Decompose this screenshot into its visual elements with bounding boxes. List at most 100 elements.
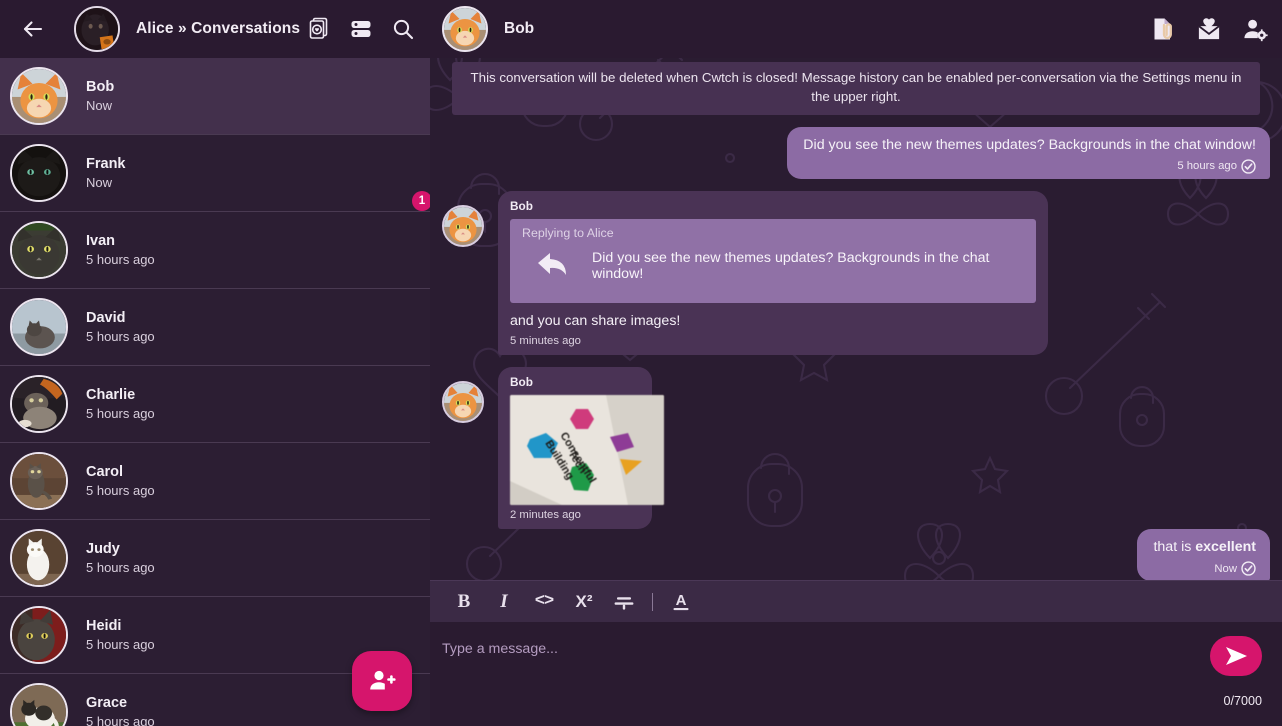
chat-header: Bob: [430, 0, 1282, 58]
cwtch-app-window: Alice » Conversations Bob Now 1 Frank No…: [0, 0, 1282, 726]
shared-image[interactable]: Building Consentful Tech: [510, 394, 664, 505]
message-input-area: 0/7000: [430, 622, 1282, 726]
quoted-message[interactable]: Replying to Alice Did you see the new th…: [510, 218, 1036, 303]
format-toolbar: B I <> X² A: [430, 580, 1282, 622]
search-icon[interactable]: [390, 16, 416, 42]
message-text: that is excellent: [1153, 538, 1256, 557]
contact-name: Ivan: [86, 233, 116, 249]
contact-time: Now: [86, 98, 113, 113]
avatar: [10, 375, 68, 433]
contact-row-judy[interactable]: Judy 5 hours ago: [0, 520, 430, 597]
italic-button[interactable]: I: [484, 581, 524, 623]
italic-glyph: I: [500, 590, 508, 612]
avatar: [442, 204, 484, 247]
message-input[interactable]: [442, 638, 1210, 660]
page-title: Alice » Conversations: [136, 20, 301, 37]
quote-content: Did you see the new themes updates? Back…: [522, 248, 1024, 291]
contact-row-charlie[interactable]: Charlie 5 hours ago: [0, 366, 430, 443]
message-row: Bob Building Consentful Tech 2 minutes a…: [442, 366, 1270, 529]
quote-label: Replying to Alice: [522, 225, 614, 240]
contact-meta: David 5 hours ago: [86, 310, 155, 344]
code-button[interactable]: <>: [524, 581, 564, 623]
message-text: and you can share images!: [510, 312, 681, 329]
composer: B I <> X² A Type a message... 0/7000: [430, 580, 1282, 726]
send-icon: [1226, 647, 1247, 665]
message-list[interactable]: This conversation will be deleted when C…: [430, 58, 1282, 580]
avatar[interactable]: [442, 6, 488, 52]
avatar: [10, 298, 68, 356]
contact-meta: Carol 5 hours ago: [86, 464, 155, 498]
message-author: Bob: [510, 374, 533, 389]
conversations-pane: Alice » Conversations Bob Now 1 Frank No…: [0, 0, 430, 726]
message-bubble-outgoing[interactable]: that is excellent Now: [1137, 528, 1270, 580]
chat-header-actions: [1150, 16, 1268, 42]
left-header: Alice » Conversations: [0, 0, 430, 58]
contact-meta: Ivan 5 hours ago: [86, 233, 155, 267]
conversation-title: Bob: [504, 20, 535, 37]
contact-name: Frank: [86, 156, 126, 172]
contact-time: 5 hours ago: [86, 714, 155, 726]
contact-meta: Heidi 5 hours ago: [86, 618, 155, 652]
contact-name: David: [86, 310, 126, 326]
add-person-icon: [370, 670, 396, 690]
servers-icon[interactable]: [348, 16, 374, 42]
person-gear-icon[interactable]: [1242, 16, 1268, 42]
message-scroll-area[interactable]: This conversation will be deleted when C…: [430, 58, 1282, 580]
contact-meta: Charlie 5 hours ago: [86, 387, 155, 421]
superscript-button[interactable]: X²: [564, 581, 604, 623]
message-meta: Now: [1153, 561, 1256, 576]
contact-row-bob[interactable]: Bob Now: [0, 58, 430, 135]
avatar: [10, 452, 68, 510]
message-meta: 5 hours ago: [803, 159, 1256, 174]
message-text: Did you see the new themes updates? Back…: [803, 136, 1256, 153]
contact-name: Heidi: [86, 618, 122, 634]
check-circle-icon: [1241, 561, 1256, 576]
underline-button[interactable]: A: [661, 581, 701, 623]
contact-meta: Bob Now: [86, 79, 114, 113]
send-button[interactable]: [1210, 636, 1262, 676]
message-row: that is excellent Now: [442, 528, 1270, 580]
message-time: Now: [1214, 562, 1237, 575]
contact-row-ivan[interactable]: Ivan 5 hours ago: [0, 212, 430, 289]
avatar: [10, 683, 68, 726]
character-counter: 0/7000: [1223, 694, 1262, 708]
avatar: [442, 380, 484, 423]
avatar: [10, 67, 68, 125]
message-bubble-incoming[interactable]: Bob Replying to Alice Did you see the ne…: [498, 190, 1048, 355]
message-text-plain: that is: [1153, 538, 1196, 555]
message-time: 2 minutes ago: [510, 508, 581, 521]
system-banner: This conversation will be deleted when C…: [452, 62, 1260, 115]
unread-badge: 1: [412, 191, 430, 211]
contact-time: 5 hours ago: [86, 483, 155, 498]
contact-name: Grace: [86, 695, 128, 711]
contact-list[interactable]: Bob Now 1 Frank Now Ivan 5 hours ago Dav…: [0, 58, 430, 726]
message-time: 5 minutes ago: [510, 334, 581, 347]
avatar: [10, 529, 68, 587]
avatar: [10, 606, 68, 664]
contact-name: Carol: [86, 464, 124, 480]
message-bubble-image[interactable]: Bob Building Consentful Tech 2 minutes a…: [498, 366, 664, 529]
file-attachment-icon[interactable]: [1150, 16, 1176, 42]
toolbar-divider: [652, 592, 653, 611]
profiles-icon[interactable]: [306, 16, 332, 42]
superscript-glyph: X²: [575, 591, 593, 611]
send-column: 0/7000: [1210, 636, 1262, 726]
contact-row-carol[interactable]: Carol 5 hours ago: [0, 443, 430, 520]
contact-row-frank[interactable]: 1 Frank Now: [0, 135, 430, 212]
message-bubble-outgoing[interactable]: Did you see the new themes updates? Back…: [787, 126, 1270, 179]
avatar: [10, 221, 68, 279]
reply-arrow-icon: [536, 250, 570, 283]
contact-time: 5 hours ago: [86, 252, 155, 267]
bold-glyph: B: [457, 590, 471, 612]
contact-name: Charlie: [86, 387, 136, 403]
profile-avatar[interactable]: [74, 6, 120, 52]
code-glyph: <>: [534, 592, 554, 611]
message-row: Did you see the new themes updates? Back…: [442, 126, 1270, 179]
envelope-heart-icon[interactable]: [1196, 16, 1222, 42]
back-button[interactable]: [16, 12, 50, 46]
contact-row-david[interactable]: David 5 hours ago: [0, 289, 430, 366]
add-contact-fab[interactable]: [352, 651, 412, 711]
strikethrough-button[interactable]: [604, 581, 644, 623]
bold-button[interactable]: B: [444, 581, 484, 623]
contact-time: 5 hours ago: [86, 637, 155, 652]
